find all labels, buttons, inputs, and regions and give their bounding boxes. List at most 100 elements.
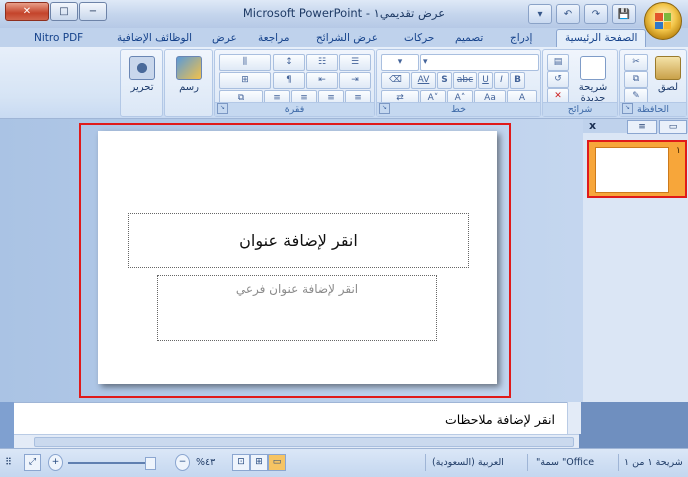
font-name-dropdown[interactable]: ▾ — [420, 54, 539, 71]
fit-to-window-button[interactable]: ⤢ — [24, 454, 41, 471]
underline-button[interactable]: U — [478, 72, 493, 89]
line-spacing-icon: ↕ — [285, 57, 293, 67]
zoom-in-button[interactable]: + — [48, 454, 63, 471]
notes-placeholder[interactable]: انقر لإضافة ملاحظات — [445, 412, 555, 427]
numbered-list-icon: ☰ — [350, 57, 360, 67]
clear-formatting-button[interactable]: ⌫ — [381, 72, 410, 89]
paste-button[interactable]: لصق — [653, 56, 683, 93]
tab-nitro-pdf[interactable]: Nitro PDF — [34, 30, 83, 46]
tab-addins[interactable]: الوظائف الإضافية — [117, 30, 192, 46]
tab-outline[interactable]: ≡ — [627, 120, 657, 134]
strikethrough-button[interactable]: abc — [453, 72, 477, 89]
office-button[interactable] — [644, 2, 682, 40]
editing-group: تحرير — [120, 49, 163, 117]
subtitle-placeholder[interactable]: انقر لإضافة عنوان فرعي — [157, 275, 437, 341]
slides-group: شريحة جديدة ▤ ↺ ✕ شرائح — [542, 49, 618, 117]
zoom-level[interactable]: %٤٣ — [196, 457, 215, 468]
horizontal-scrollbar[interactable] — [14, 434, 579, 448]
rtl-button[interactable]: ¶ — [273, 72, 305, 89]
columns-icon: ⫼ — [242, 57, 248, 67]
customize-qat-button[interactable]: ▾ — [528, 4, 552, 24]
decrease-indent-button[interactable]: ⇤ — [306, 72, 338, 89]
bullets-button[interactable]: ☷ — [306, 54, 338, 71]
shadow-button[interactable]: S — [437, 72, 452, 89]
dialog-launcher-icon[interactable]: ↘ — [379, 103, 390, 114]
tab-view[interactable]: عرض — [212, 30, 237, 46]
tab-animations[interactable]: حركات — [404, 30, 434, 46]
scrollbar-thumb[interactable] — [34, 437, 574, 447]
new-slide-button[interactable]: شريحة جديدة — [573, 56, 613, 104]
copy-icon: ⧉ — [632, 74, 640, 84]
editing-button[interactable]: تحرير — [124, 56, 160, 93]
title-placeholder[interactable]: انقر لإضافة عنوان — [128, 213, 469, 268]
dialog-launcher-icon[interactable]: ↘ — [217, 103, 228, 114]
drawing-label: رسم — [179, 82, 199, 93]
binoculars-icon — [129, 56, 155, 80]
font-group: ▾ ▾ B I U abc S AV ⌫ A Aa A˄ A˅ ⇄ خط ↘ — [376, 49, 541, 117]
slide-count-status: شريحة ١ من ١ — [624, 457, 683, 468]
slide-thumbnail-image — [595, 147, 669, 193]
sorter-icon: ⊞ — [255, 457, 263, 467]
cut-button[interactable]: ✂ — [624, 54, 648, 71]
chevron-down-icon: ▾ — [423, 57, 428, 67]
zoom-out-button[interactable]: − — [175, 454, 190, 471]
tab-design[interactable]: تصميم — [455, 30, 483, 46]
editing-label: تحرير — [130, 82, 154, 93]
close-panel-button[interactable]: x — [589, 119, 596, 132]
tab-review[interactable]: مراجعة — [258, 30, 290, 46]
reset-button[interactable]: ↺ — [547, 71, 569, 88]
align-text-button[interactable]: ⊞ — [219, 72, 271, 89]
office-logo-icon — [655, 13, 671, 29]
status-divider — [425, 454, 426, 471]
indent-icon: ⇥ — [351, 75, 359, 85]
notes-pane[interactable]: انقر لإضافة ملاحظات — [14, 402, 567, 435]
zoom-slider-thumb[interactable] — [145, 457, 156, 470]
notes-scrollbar[interactable] — [567, 402, 581, 434]
columns-button[interactable]: ⫼ — [219, 54, 271, 71]
numbering-button[interactable]: ☰ — [339, 54, 371, 71]
line-spacing-button[interactable]: ↕ — [273, 54, 305, 71]
status-bar: ⠿ ⤢ + − %٤٣ ⊡ ⊞ ▭ العربية (السعودية) "سم… — [0, 448, 688, 477]
new-slide-icon — [580, 56, 606, 80]
language-status[interactable]: العربية (السعودية) — [432, 457, 504, 468]
font-size-dropdown[interactable]: ▾ — [381, 54, 419, 71]
tab-insert[interactable]: إدراج — [510, 30, 532, 46]
redo-button[interactable]: ↷ — [584, 4, 608, 24]
italic-button[interactable]: I — [494, 72, 509, 89]
normal-view-icon: ▭ — [272, 457, 282, 467]
fit-window-icon: ⤢ — [28, 457, 37, 467]
slide-sorter-view-button[interactable]: ⊞ — [250, 454, 268, 471]
shapes-icon — [176, 56, 202, 80]
tab-home[interactable]: الصفحة الرئيسية — [556, 29, 647, 48]
layout-icon: ▤ — [553, 57, 563, 67]
undo-button[interactable]: ↶ — [556, 4, 580, 24]
save-button[interactable]: 💾 — [612, 4, 636, 24]
zoom-slider[interactable] — [68, 462, 148, 464]
slide-thumbnail[interactable]: ١ — [587, 140, 687, 198]
eraser-icon: ⌫ — [389, 75, 402, 85]
tab-slide-show[interactable]: عرض الشرائح — [316, 30, 378, 46]
slide-canvas[interactable]: انقر لإضافة عنوان انقر لإضافة عنوان فرعي — [98, 131, 497, 384]
chevron-down-icon: ▾ — [397, 57, 403, 67]
minus-icon: − — [178, 457, 187, 467]
increase-indent-button[interactable]: ⇥ — [339, 72, 371, 89]
resize-grip-icon: ⠿ — [5, 457, 12, 468]
title-bar: ✕ □ − Microsoft PowerPoint - عرض تقديمي١… — [0, 0, 688, 28]
theme-status: "سمة "Office — [536, 457, 595, 468]
dialog-launcher-icon[interactable]: ↘ — [622, 103, 633, 114]
slideshow-view-button[interactable]: ⊡ — [232, 454, 250, 471]
outdent-icon: ⇤ — [318, 75, 326, 85]
normal-view-button[interactable]: ▭ — [268, 454, 286, 471]
powerpoint-window: ✕ □ − Microsoft PowerPoint - عرض تقديمي١… — [0, 0, 688, 477]
paragraph-group-label: فقرة — [215, 102, 374, 116]
quick-access-toolbar: ▾ ↶ ↷ 💾 — [528, 4, 636, 24]
ribbon: لصق ✂ ⧉ ✎ الحافظة ↘ شريحة جديدة ▤ ↺ ✕ شر… — [0, 47, 688, 119]
tab-slides[interactable]: ▭ — [659, 120, 687, 134]
copy-button[interactable]: ⧉ — [624, 71, 648, 88]
layout-button[interactable]: ▤ — [547, 54, 569, 71]
paragraph-group: ☰ ☷ ↕ ⫼ ⇥ ⇤ ¶ ⊞ ≡ ≡ ≡ ≡ ⧉ فقرة ↘ — [214, 49, 375, 117]
bold-button[interactable]: B — [510, 72, 525, 89]
character-spacing-button[interactable]: AV — [411, 72, 436, 89]
panel-tabs: x ≡ ▭ — [583, 119, 688, 134]
drawing-button[interactable]: رسم — [171, 56, 207, 93]
